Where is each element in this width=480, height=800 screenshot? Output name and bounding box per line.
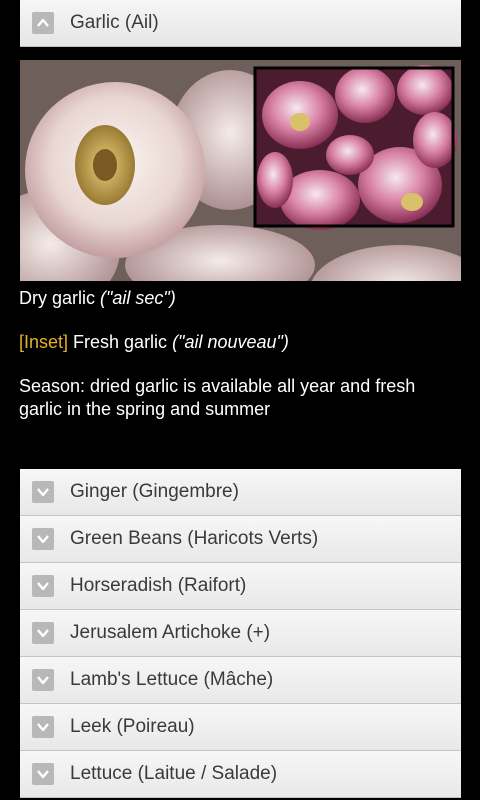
list-item-green-beans[interactable]: Green Beans (Haricots Verts) <box>20 516 461 563</box>
list-item-horseradish[interactable]: Horseradish (Raifort) <box>20 563 461 610</box>
season-text: Season: dried garlic is available all ye… <box>19 375 464 421</box>
list-item-ginger[interactable]: Ginger (Gingembre) <box>20 469 461 516</box>
list-item-label: Horseradish (Raifort) <box>70 575 247 596</box>
chevron-down-icon <box>32 528 54 550</box>
photo-caption: Dry garlic ("ail sec") <box>19 287 464 310</box>
inset-tag: [Inset] <box>19 332 69 352</box>
vegetable-list: Ginger (Gingembre) Green Beans (Haricots… <box>20 469 461 798</box>
chevron-down-icon <box>32 481 54 503</box>
list-item-label: Ginger (Gingembre) <box>70 481 239 502</box>
list-item-label: Lettuce (Laitue / Salade) <box>70 763 278 784</box>
inset-text: Fresh garlic <box>68 332 173 352</box>
season-line-2: garlic in the spring and summer <box>19 399 271 419</box>
chevron-down-icon <box>32 622 54 644</box>
inset-italic: ("ail nouveau") <box>172 332 289 352</box>
season-line-1: Season: dried garlic is available all ye… <box>19 376 416 396</box>
list-item-jerusalem-artichoke[interactable]: Jerusalem Artichoke (+) <box>20 610 461 657</box>
chevron-down-icon <box>32 763 54 785</box>
chevron-down-icon <box>32 669 54 691</box>
chevron-down-icon <box>32 716 54 738</box>
expanded-item-header[interactable]: Garlic (Ail) <box>20 0 461 47</box>
list-item-label: Lamb's Lettuce (Mâche) <box>70 669 274 690</box>
list-item-lambs-lettuce[interactable]: Lamb's Lettuce (Mâche) <box>20 657 461 704</box>
list-item-label: Green Beans (Haricots Verts) <box>70 528 319 549</box>
caption-main: Dry garlic <box>19 288 101 308</box>
caption-main-italic: ("ail sec") <box>100 288 176 308</box>
list-item-label: Jerusalem Artichoke (+) <box>70 622 271 643</box>
chevron-down-icon <box>32 575 54 597</box>
inset-caption: [Inset] Fresh garlic ("ail nouveau") <box>19 331 464 354</box>
list-item-label: Leek (Poireau) <box>70 716 195 737</box>
list-item-lettuce[interactable]: Lettuce (Laitue / Salade) <box>20 751 461 798</box>
expanded-item-label: Garlic (Ail) <box>70 12 159 33</box>
chevron-up-icon <box>32 12 54 34</box>
garlic-photo <box>20 60 461 281</box>
list-item-leek[interactable]: Leek (Poireau) <box>20 704 461 751</box>
